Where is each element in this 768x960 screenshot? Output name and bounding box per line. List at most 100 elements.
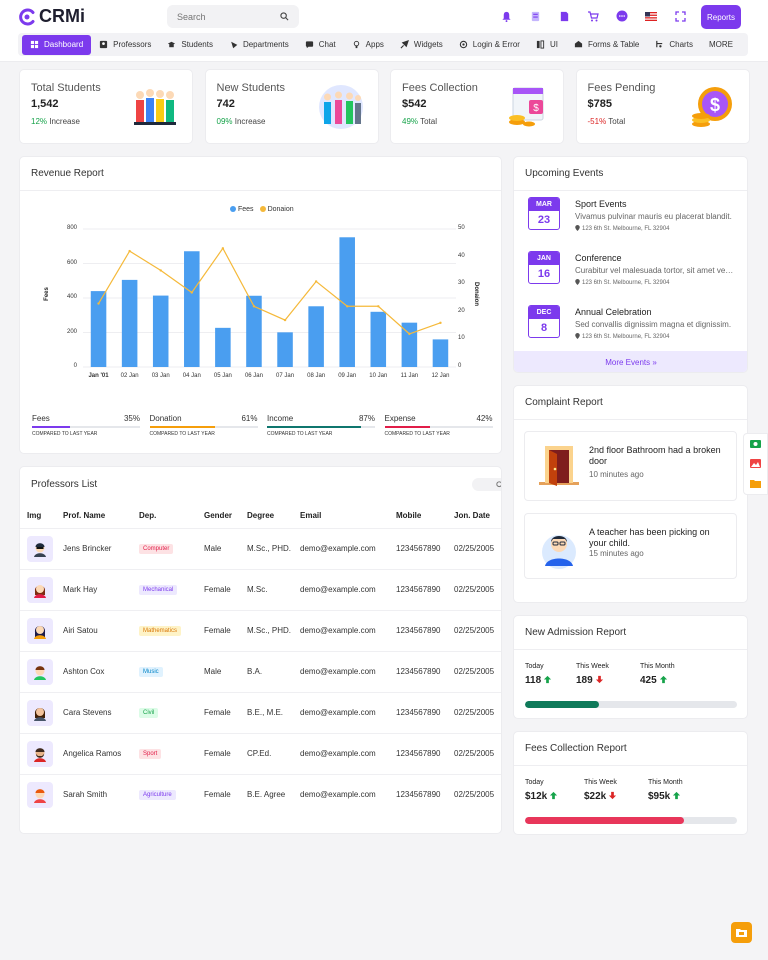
nav-item-apps[interactable]: Apps	[344, 35, 392, 55]
image-icon[interactable]	[750, 458, 761, 468]
point-donation[interactable]	[190, 291, 193, 294]
cell-email[interactable]: demo@example.com	[293, 527, 389, 569]
progress-percent: 61%	[241, 414, 258, 423]
column-header[interactable]: Gender	[197, 504, 240, 528]
fullscreen-icon[interactable]	[672, 8, 688, 24]
point-donation[interactable]	[346, 305, 349, 308]
line-donation[interactable]	[98, 247, 441, 335]
bar-fees[interactable]	[152, 295, 169, 367]
point-donation[interactable]	[408, 332, 411, 336]
us-flag-icon[interactable]	[643, 8, 659, 24]
point-donation[interactable]	[439, 321, 442, 325]
search-icon[interactable]	[280, 12, 289, 21]
bar-fees[interactable]	[308, 306, 324, 367]
point-donation[interactable]	[159, 269, 162, 272]
chat-bubble-icon[interactable]	[614, 8, 630, 24]
cell-email[interactable]: demo@example.com	[293, 650, 389, 692]
avatar[interactable]	[27, 740, 53, 767]
event-item[interactable]: JAN 16 Conference Curabitur vel malesuada t…	[528, 251, 744, 291]
nav-item-more[interactable]: MORE	[701, 35, 741, 55]
column-header[interactable]: Degree	[240, 504, 293, 528]
avatar[interactable]	[27, 658, 53, 685]
avatar[interactable]	[27, 576, 53, 603]
cell-email[interactable]: demo@example.com	[293, 732, 389, 774]
avatar[interactable]	[27, 535, 53, 562]
column-header[interactable]: Prof. Name	[56, 504, 132, 528]
table-row[interactable]: Sarah Smith Agriculture Female B.E. Agree de…	[20, 773, 501, 815]
stat-change-suffix: Total	[608, 117, 626, 126]
column-header[interactable]: Jon. Date	[447, 504, 501, 528]
nav-item-charts[interactable]: Charts	[647, 35, 701, 55]
avatar[interactable]	[27, 617, 53, 644]
nav-item-students[interactable]: Students	[159, 35, 221, 55]
table-search-box[interactable]	[472, 478, 502, 491]
stat-card-new-students[interactable]: New Students 742 09% Increase	[204, 69, 379, 144]
complaint-item[interactable]: 2nd floor Bathroom had a broken door 10 …	[524, 431, 737, 501]
cell-email[interactable]: demo@example.com	[293, 568, 389, 610]
cart-icon[interactable]	[585, 8, 601, 24]
nav-item-professors[interactable]: Professors	[91, 35, 159, 55]
point-donation[interactable]	[377, 305, 380, 308]
event-item[interactable]: DEC 8 Annual Celebration Sed convallis dign…	[528, 305, 744, 345]
stat-card-fees-collection[interactable]: Fees Collection $542 49% Total $	[390, 69, 564, 144]
document-icon[interactable]	[556, 8, 572, 24]
event-location: 123 6th St. Melbourne, FL 32904	[575, 225, 670, 232]
table-row[interactable]: Airi Satou Mathematics Female M.Sc., PHD. de…	[20, 609, 501, 651]
apps-grid-icon[interactable]	[527, 8, 543, 24]
avatar[interactable]	[27, 781, 53, 808]
point-donation[interactable]	[314, 280, 318, 283]
bar-fees[interactable]	[215, 327, 231, 367]
point-donation[interactable]	[221, 247, 225, 250]
point-donation[interactable]	[283, 318, 287, 322]
cell-email[interactable]: demo@example.com	[293, 609, 389, 651]
bar-fees[interactable]	[432, 339, 449, 367]
notification-bell-icon[interactable]	[498, 8, 514, 24]
column-header[interactable]: Img	[20, 504, 56, 528]
money-icon[interactable]	[750, 439, 761, 448]
floating-action-button[interactable]	[731, 922, 752, 943]
point-donation[interactable]	[128, 249, 131, 253]
table-row[interactable]: Angelica Ramos Sport Female CP.Ed. demo@exam…	[20, 732, 501, 774]
more-events-button[interactable]: More Events »	[514, 351, 747, 372]
search-icon[interactable]	[496, 480, 502, 489]
search-input[interactable]	[177, 11, 272, 22]
event-location-text: 123 6th St. Melbourne, FL 32904	[582, 280, 670, 286]
nav-item-dashboard[interactable]: Dashboard	[22, 34, 92, 55]
column-header[interactable]: Dep.	[132, 504, 197, 528]
event-location: 123 6th St. Melbourne, FL 32904	[575, 333, 670, 340]
nav-item-forms-table[interactable]: Forms & Table	[566, 35, 647, 55]
column-header[interactable]: Mobile	[389, 504, 447, 528]
search-box[interactable]	[167, 5, 299, 28]
table-row[interactable]: Mark Hay Mechanical Female M.Sc. demo@exampl…	[20, 568, 501, 610]
bar-fees[interactable]	[184, 251, 200, 367]
stat-card-fees-pending[interactable]: Fees Pending $785 -51% Total $	[575, 69, 750, 144]
stat-card-total-students[interactable]: Total Students 1,542 12% Increase	[19, 69, 193, 144]
point-donation[interactable]	[97, 302, 100, 305]
column-header[interactable]: Email	[293, 504, 389, 528]
folder-icon[interactable]	[750, 479, 761, 489]
nav-item-widgets[interactable]: Widgets	[392, 35, 451, 55]
point-donation[interactable]	[252, 305, 256, 308]
cell-email[interactable]: demo@example.com	[293, 773, 389, 815]
nav-item-ui[interactable]: UI	[528, 35, 566, 55]
table-row[interactable]: Ashton Cox Music Male B.A. demo@example.com 1…	[20, 650, 501, 692]
brand-logo[interactable]: CRMi	[18, 6, 85, 27]
avatar[interactable]	[27, 699, 53, 726]
cell-gender: Female	[197, 568, 240, 610]
nav-item-label: UI	[549, 40, 558, 49]
nav-item-departments[interactable]: Departments	[221, 35, 297, 55]
cell-email[interactable]: demo@example.com	[293, 691, 389, 733]
table-row[interactable]: Jens Brincker Computer Male M.Sc., PHD. demo…	[20, 527, 501, 569]
top-bar: CRMi Reports Dashboard Professors Students…	[0, 0, 768, 62]
bar-fees[interactable]	[277, 332, 293, 367]
stat-value: $785	[587, 98, 612, 110]
nav-item-login-error[interactable]: Login & Error	[451, 35, 528, 55]
bar-fees[interactable]	[121, 279, 138, 367]
cell-dep: Mathematics	[132, 609, 197, 651]
event-item[interactable]: MAR 23 Sport Events Vivamus pulvinar mauris…	[528, 197, 744, 237]
complaint-item[interactable]: A teacher has been picking on your child…	[524, 513, 737, 579]
table-row[interactable]: Cara Stevens Civil Female B.E., M.E. demo@ex…	[20, 691, 501, 733]
bar-fees[interactable]	[370, 311, 387, 367]
reports-button[interactable]: Reports	[701, 5, 741, 29]
nav-item-chat[interactable]: Chat	[297, 35, 344, 55]
